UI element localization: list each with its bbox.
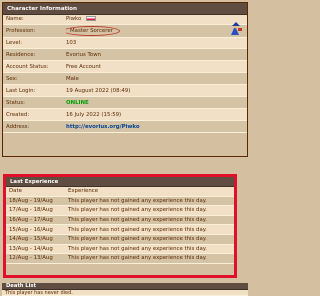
row-level: Level: 103 [3,37,247,50]
value-level: 103 [66,39,77,46]
label-last-login: Last Login: [6,87,36,94]
death-list-message: This player has never died. [5,289,73,296]
column-experience: Experience [68,188,99,195]
row-experience: This player has not gained any experienc… [68,226,207,233]
row-last-login: Last Login: 19 August 2022 (08:49) [3,85,247,98]
label-profession: Profession: [6,27,36,34]
table-row: 17/Aug - 18/Aug This player has not gain… [6,206,234,216]
last-experience-header: Last Experience [6,177,234,187]
experience-highlight-box: Last Experience Date Experience 18/Aug -… [3,174,237,278]
row-experience: This player has not gained any experienc… [68,217,207,224]
experience-column-headers: Date Experience [6,187,234,197]
value-profession: Master Sorcerer [66,25,244,36]
value-last-login: 19 August 2022 (08:49) [66,87,131,94]
experience-table: Date Experience 18/Aug - 19/Aug This pla… [6,187,234,264]
death-list-panel: Death List This player has never died. [2,283,248,296]
row-account-status: Account Status: Free Account [3,61,247,74]
table-row: 14/Aug - 15/Aug This player has not gain… [6,234,234,245]
character-address-link[interactable]: http://evorius.org/Piwko [66,124,244,130]
profession-highlight: Master Sorcerer [66,25,120,36]
character-info-header: Character Information [3,3,247,15]
row-date: 14/Aug - 15/Aug [9,236,53,243]
row-sex: Sex: Male [3,73,247,86]
row-status: Status: ONLINE [3,97,247,110]
label-address: Address: [6,123,30,130]
row-date: 18/Aug - 19/Aug [9,197,53,204]
character-info-panel: Character Information Name: Piwko Profes… [2,2,248,157]
poland-flag-icon [86,16,96,22]
value-residence: Evorius Town [66,51,102,58]
table-row: 18/Aug - 19/Aug This player has not gain… [6,196,234,207]
row-experience: This player has not gained any experienc… [68,197,207,204]
row-date: 16/Aug - 17/Aug [9,217,53,224]
character-name: Piwko [66,16,82,23]
row-date: 15/Aug - 16/Aug [9,226,53,233]
table-row: 13/Aug - 14/Aug This player has not gain… [6,244,234,255]
label-residence: Residence: [6,51,36,58]
label-created: Created: [6,111,30,118]
label-account-status: Account Status: [6,63,49,70]
table-row: 16/Aug - 17/Aug This player has not gain… [6,215,234,226]
row-date: 13/Aug - 14/Aug [9,245,53,252]
label-status: Status: [6,99,25,106]
row-experience: This player has not gained any experienc… [68,207,207,214]
row-created: Created: 16 July 2022 (15:59) [3,109,247,122]
label-name: Name: [6,16,24,23]
row-date: 17/Aug - 18/Aug [9,207,53,214]
table-row: 15/Aug - 16/Aug This player has not gain… [6,225,234,235]
row-profession: Profession: Master Sorcerer [3,24,247,38]
death-list-text: This player has never died. [2,290,248,296]
label-sex: Sex: [6,75,18,82]
row-experience: This player has not gained any experienc… [68,255,207,262]
row-address: Address: http://evorius.org/Piwko [3,121,247,134]
value-name: Piwko [66,16,244,22]
row-experience: This player has not gained any experienc… [68,245,207,252]
value-account-status: Free Account [66,63,101,70]
status-online-badge: ONLINE [66,99,89,106]
row-name: Name: Piwko [3,15,247,25]
table-row: 12/Aug - 13/Aug This player has not gain… [6,254,234,264]
row-residence: Residence: Evorius Town [3,49,247,62]
sorcerer-outfit-icon [231,22,242,35]
value-sex: Male [66,75,79,82]
character-info-table: Name: Piwko Profession: Master Sorcerer … [3,15,247,134]
value-created: 16 July 2022 (15:59) [66,111,122,118]
row-date: 12/Aug - 13/Aug [9,255,53,262]
column-date: Date [9,188,22,195]
row-experience: This player has not gained any experienc… [68,236,207,243]
label-level: Level: [6,39,23,46]
